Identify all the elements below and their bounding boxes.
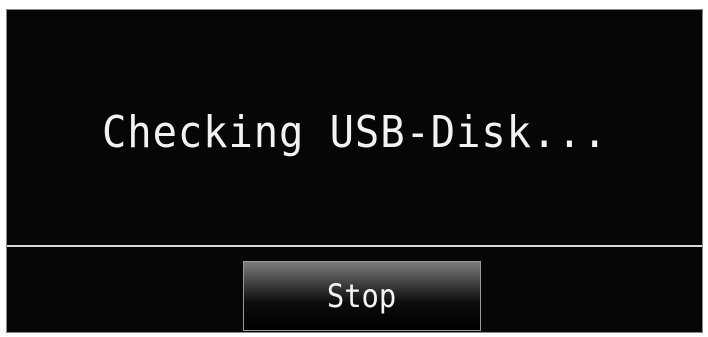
stop-button-label: Stop — [327, 277, 397, 315]
status-message: Checking USB-Disk... — [101, 107, 608, 158]
stop-button[interactable]: Stop — [243, 261, 481, 331]
button-bar: Stop — [7, 247, 702, 333]
message-area: Checking USB-Disk... — [7, 10, 702, 245]
usb-check-dialog: Checking USB-Disk... Stop — [6, 9, 703, 333]
